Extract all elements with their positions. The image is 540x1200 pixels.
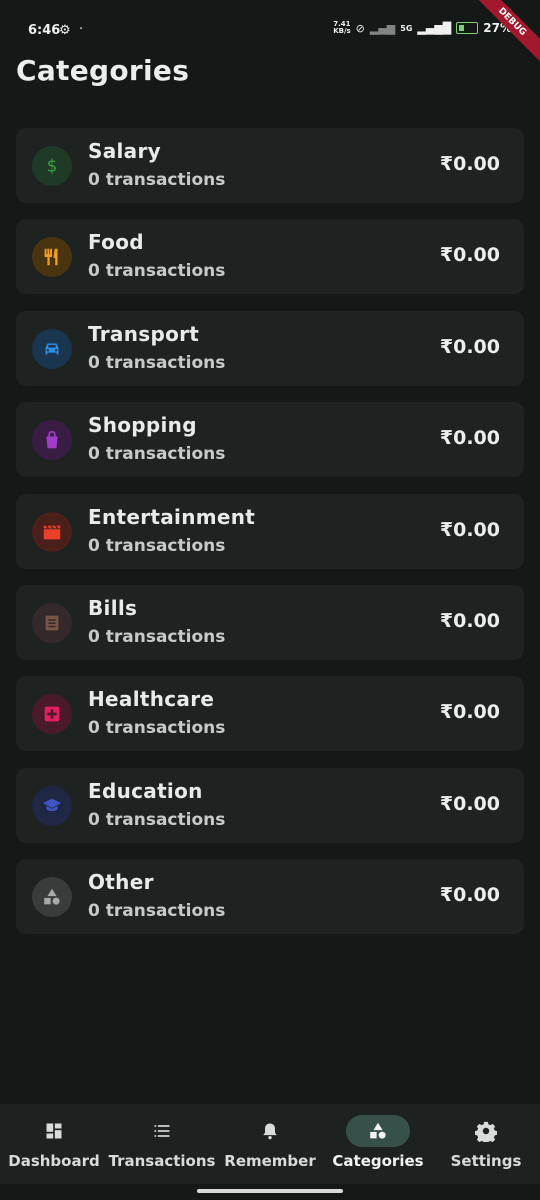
- category-name: Transport: [88, 321, 200, 346]
- category-card-bills[interactable]: Bills 0 transactions ₹0.00: [16, 584, 524, 660]
- clapperboard-icon: [32, 511, 72, 552]
- shapes-icon: [346, 1115, 410, 1147]
- svg-text:$: $: [47, 157, 58, 176]
- category-name: Shopping: [88, 413, 197, 438]
- bell-icon: [238, 1115, 302, 1147]
- category-count: 0 transactions: [88, 809, 226, 830]
- settings-status-icon: ⚙: [59, 23, 71, 38]
- category-name: Food: [88, 230, 144, 255]
- gesture-handle[interactable]: [197, 1189, 343, 1193]
- medical-icon: [32, 694, 72, 735]
- category-name: Bills: [88, 595, 138, 620]
- battery-icon: [456, 22, 479, 34]
- category-count: 0 transactions: [88, 626, 226, 647]
- category-count: 0 transactions: [88, 170, 226, 190]
- category-count: 0 transactions: [88, 261, 226, 282]
- category-card-salary[interactable]: $ Salary 0 transactions ₹0.00: [16, 128, 524, 203]
- graduation-cap-icon: [32, 785, 72, 826]
- bottom-navigation: Dashboard Transactions Remember Categori…: [0, 1104, 540, 1184]
- network-speed-unit: KB/s: [333, 27, 351, 35]
- category-amount: ₹0.00: [439, 884, 500, 907]
- gear-icon: [454, 1115, 518, 1147]
- list-icon: [130, 1115, 194, 1147]
- page-title: Categories: [16, 54, 190, 87]
- category-amount: ₹0.00: [439, 153, 500, 175]
- category-amount: ₹0.00: [439, 518, 500, 541]
- nav-item-dashboard[interactable]: Dashboard: [0, 1104, 108, 1184]
- nav-item-categories[interactable]: Categories: [324, 1104, 432, 1184]
- nav-item-remember[interactable]: Remember: [216, 1104, 324, 1184]
- dashboard-icon: [22, 1115, 86, 1147]
- category-amount: ₹0.00: [439, 701, 500, 724]
- category-card-food[interactable]: Food 0 transactions ₹0.00: [16, 219, 524, 295]
- receipt-icon: [32, 602, 72, 643]
- shapes-icon: [32, 877, 72, 918]
- nav-item-settings[interactable]: Settings: [432, 1104, 540, 1184]
- dollar-icon: $: [32, 146, 72, 186]
- category-count: 0 transactions: [88, 444, 226, 465]
- nav-item-transactions[interactable]: Transactions: [108, 1104, 216, 1184]
- category-card-entertainment[interactable]: Entertainment 0 transactions ₹0.00: [16, 493, 524, 569]
- debug-banner: DEBUG: [463, 0, 540, 71]
- category-card-transport[interactable]: Transport 0 transactions ₹0.00: [16, 310, 524, 386]
- category-name: Education: [88, 778, 203, 803]
- car-icon: [32, 328, 72, 369]
- category-card-education[interactable]: Education 0 transactions ₹0.00: [16, 767, 524, 843]
- nav-label: Dashboard: [8, 1152, 100, 1170]
- network-type: 5G: [400, 23, 413, 33]
- link-icon: ⊘: [355, 21, 365, 35]
- cell-signal-icon: ▂▄▆█: [417, 21, 452, 35]
- category-count: 0 transactions: [88, 352, 226, 373]
- nav-label: Transactions: [108, 1152, 216, 1170]
- category-amount: ₹0.00: [439, 335, 500, 358]
- category-name: Other: [88, 870, 154, 895]
- category-name: Healthcare: [88, 687, 215, 712]
- category-card-other[interactable]: Other 0 transactions ₹0.00: [16, 859, 524, 935]
- category-amount: ₹0.00: [439, 609, 500, 632]
- nav-label: Remember: [224, 1152, 316, 1170]
- shopping-bag-icon: [32, 420, 72, 461]
- category-amount: ₹0.00: [439, 792, 500, 815]
- category-count: 0 transactions: [88, 535, 226, 556]
- category-count: 0 transactions: [88, 901, 226, 922]
- category-card-shopping[interactable]: Shopping 0 transactions ₹0.00: [16, 402, 524, 478]
- category-name: Salary: [88, 139, 161, 163]
- category-amount: ₹0.00: [439, 427, 500, 450]
- category-count: 0 transactions: [88, 718, 226, 739]
- nav-label: Categories: [332, 1152, 424, 1170]
- status-time: 6:46: [28, 23, 61, 38]
- fork-knife-icon: [32, 237, 72, 278]
- notification-dot-icon: ·: [79, 22, 84, 37]
- category-card-healthcare[interactable]: Healthcare 0 transactions ₹0.00: [16, 676, 524, 752]
- nav-label: Settings: [450, 1152, 522, 1170]
- wifi-signal-icon: ▂▄▆: [369, 21, 396, 35]
- network-speed: 7.41 KB/s: [333, 21, 350, 35]
- category-amount: ₹0.00: [439, 244, 500, 267]
- category-list: $ Salary 0 transactions ₹0.00 Food 0 tra…: [16, 128, 524, 951]
- status-icons: 7.41 KB/s ⊘ ▂▄▆ 5G ▂▄▆█ 27%: [333, 21, 512, 36]
- category-name: Entertainment: [88, 504, 256, 529]
